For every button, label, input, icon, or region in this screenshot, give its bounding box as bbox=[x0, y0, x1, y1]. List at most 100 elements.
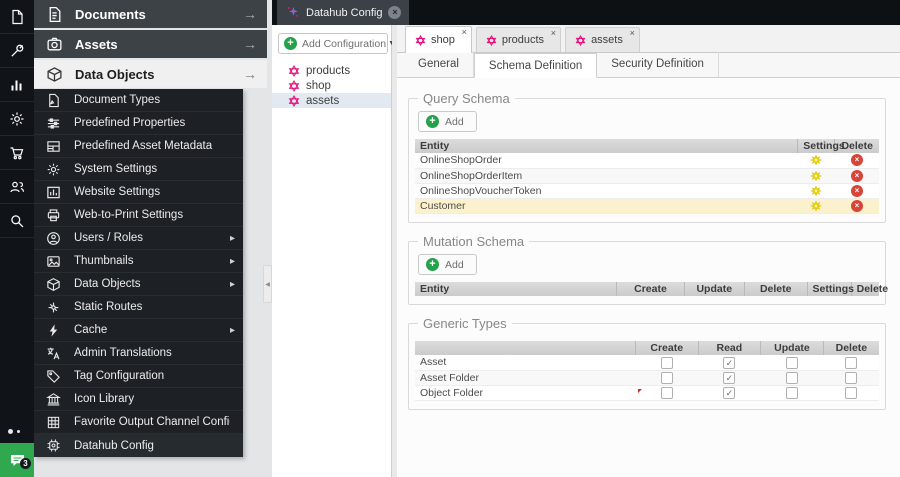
search-icon[interactable] bbox=[0, 204, 34, 238]
delete-checkbox[interactable]: ✓ bbox=[845, 356, 858, 369]
config-tree-panel: + Add Configuration ▼ products shop asse… bbox=[272, 25, 395, 477]
update-checkbox[interactable]: ✓ bbox=[785, 371, 798, 384]
sidebar-item-system-settings[interactable]: System Settings▸ bbox=[34, 158, 243, 181]
subtab-schema-definition[interactable]: Schema Definition bbox=[473, 53, 598, 78]
sidebar-item-tag-configuration[interactable]: Tag Configuration▸ bbox=[34, 365, 243, 388]
bar-chart-icon[interactable] bbox=[0, 68, 34, 102]
delete-icon[interactable]: × bbox=[850, 154, 863, 167]
sidebar-item-users-roles[interactable]: Users / Roles ▸ bbox=[34, 227, 243, 250]
column-header-delete[interactable]: Delete bbox=[823, 341, 879, 356]
mutation-schema-add-button[interactable]: + Add bbox=[418, 254, 477, 276]
delete-icon[interactable]: × bbox=[850, 169, 863, 182]
wrench-icon[interactable] bbox=[0, 34, 34, 68]
close-icon[interactable]: × bbox=[388, 6, 402, 19]
sidebar-item-data-objects[interactable]: Data Objects ▸ bbox=[34, 273, 243, 296]
column-header-update[interactable]: Update bbox=[760, 341, 824, 356]
sidebar-item-thumbnails[interactable]: Thumbnails ▸ bbox=[34, 250, 243, 273]
sparkle-icon bbox=[287, 6, 298, 17]
panel-collapse-handle[interactable]: ◀ bbox=[263, 265, 272, 303]
update-checkbox[interactable]: ✓ bbox=[785, 387, 798, 400]
column-header-delete[interactable]: Delete bbox=[851, 282, 888, 297]
read-checkbox[interactable]: ✓ bbox=[723, 356, 736, 369]
cart-icon[interactable] bbox=[0, 136, 34, 170]
column-header-delete[interactable]: Delete bbox=[744, 282, 808, 297]
settings-gear-icon[interactable] bbox=[810, 170, 823, 182]
sidebar-item-document-types[interactable]: Document Types▸ bbox=[34, 89, 243, 112]
mutation-schema-legend: Mutation Schema bbox=[423, 234, 525, 250]
column-header-update[interactable]: Update bbox=[684, 282, 745, 297]
sidebar-item-icon-library[interactable]: Icon Library▸ bbox=[34, 388, 243, 411]
config-tree-list: products shop assets bbox=[272, 63, 391, 108]
add-configuration-button[interactable]: + Add Configuration ▼ bbox=[278, 33, 395, 54]
sidebar-item-datahub-config[interactable]: Datahub Config▸ bbox=[34, 434, 243, 457]
workspace-tab-label: Datahub Config bbox=[306, 6, 383, 19]
column-header-entity[interactable]: Entity bbox=[415, 139, 799, 153]
settings-gear-icon[interactable] bbox=[810, 185, 823, 197]
column-header-entity[interactable]: Entity bbox=[415, 282, 618, 297]
table-row[interactable]: Customer × bbox=[415, 198, 879, 215]
column-header-create[interactable]: Create bbox=[616, 282, 685, 297]
sliders-icon bbox=[46, 116, 61, 131]
settings-gear-icon[interactable] bbox=[810, 200, 823, 212]
sidebar-item-web-to-print-settings[interactable]: Web-to-Print Settings▸ bbox=[34, 204, 243, 227]
column-header-delete[interactable]: Delete bbox=[834, 139, 879, 153]
column-header-settings[interactable]: Settings bbox=[807, 282, 854, 297]
cube-icon bbox=[47, 66, 62, 82]
sidebar-item-static-routes[interactable]: Static Routes▸ bbox=[34, 296, 243, 319]
create-checkbox[interactable]: ✓ bbox=[660, 371, 673, 384]
tag-icon bbox=[46, 369, 61, 384]
delete-checkbox[interactable]: ✓ bbox=[845, 371, 858, 384]
arrow-right-icon: → bbox=[243, 66, 257, 82]
table-row[interactable]: OnlineShopVoucherToken × bbox=[415, 183, 879, 199]
tree-item-shop[interactable]: shop bbox=[272, 78, 391, 93]
editor-tab-assets[interactable]: assets × bbox=[565, 27, 640, 52]
settings-gear-icon[interactable] bbox=[810, 154, 823, 166]
delete-icon[interactable]: × bbox=[850, 200, 863, 213]
create-checkbox[interactable]: ✓ bbox=[660, 387, 673, 400]
read-checkbox[interactable]: ✓ bbox=[723, 387, 736, 400]
arrow-right-icon: → bbox=[243, 6, 257, 22]
tree-item-assets[interactable]: assets bbox=[272, 93, 391, 108]
create-checkbox[interactable]: ✓ bbox=[660, 356, 673, 369]
gear-icon bbox=[46, 162, 61, 177]
editor-tab-products[interactable]: products × bbox=[475, 27, 562, 52]
table-row[interactable]: OnlineShopOrder × bbox=[415, 153, 879, 169]
sidebar-item-predefined-properties[interactable]: Predefined Properties▸ bbox=[34, 112, 243, 135]
subtab-general[interactable]: General bbox=[404, 52, 474, 77]
table-row[interactable]: OnlineShopOrderItem × bbox=[415, 168, 879, 184]
close-icon[interactable]: × bbox=[551, 29, 556, 38]
workspace-tab-datahub-config[interactable]: Datahub Config × bbox=[277, 0, 410, 25]
chat-button[interactable]: 3 bbox=[0, 443, 34, 477]
sidebar-item-predefined-asset-metadata[interactable]: Predefined Asset Metadata▸ bbox=[34, 135, 243, 158]
read-checkbox[interactable]: ✓ bbox=[723, 371, 736, 384]
column-header-read[interactable]: Read bbox=[698, 341, 762, 356]
file-icon[interactable] bbox=[0, 0, 34, 34]
sidebar-item-favorite-output-channel-configurations[interactable]: Favorite Output Channel Configurations▸ bbox=[34, 411, 243, 434]
gear-icon[interactable] bbox=[0, 102, 34, 136]
chip-icon bbox=[46, 438, 61, 453]
delete-checkbox[interactable]: ✓ bbox=[845, 387, 858, 400]
users-icon[interactable] bbox=[0, 170, 34, 204]
editor-panel: shop × products × assets × General Schem… bbox=[397, 25, 900, 477]
update-checkbox[interactable]: ✓ bbox=[785, 356, 798, 369]
sidebar-section-data-objects[interactable]: Data Objects → bbox=[34, 60, 267, 88]
close-icon[interactable]: × bbox=[630, 29, 635, 38]
grid-icon bbox=[46, 415, 61, 430]
editor-tab-shop[interactable]: shop × bbox=[405, 26, 472, 53]
column-header-create[interactable]: Create bbox=[635, 341, 699, 356]
sidebar-submenu: Document Types▸ Predefined Properties▸ P… bbox=[34, 89, 243, 457]
plus-icon: + bbox=[284, 37, 297, 50]
close-icon[interactable]: × bbox=[462, 28, 467, 37]
delete-icon[interactable]: × bbox=[850, 184, 863, 197]
subtab-security-definition[interactable]: Security Definition bbox=[597, 52, 719, 77]
sidebar-section-assets[interactable]: Assets → bbox=[34, 30, 267, 58]
sidebar-item-cache[interactable]: Cache ▸ bbox=[34, 319, 243, 342]
column-header-settings[interactable]: Settings bbox=[797, 139, 845, 153]
tree-item-products[interactable]: products bbox=[272, 63, 391, 78]
documents-icon bbox=[49, 6, 61, 22]
sidebar-item-website-settings[interactable]: Website Settings▸ bbox=[34, 181, 243, 204]
query-schema-add-button[interactable]: + Add bbox=[418, 111, 477, 132]
vertical-splitter[interactable] bbox=[392, 25, 397, 477]
sidebar-item-admin-translations[interactable]: Admin Translations▸ bbox=[34, 342, 243, 365]
sidebar-section-documents[interactable]: Documents → bbox=[34, 0, 267, 28]
